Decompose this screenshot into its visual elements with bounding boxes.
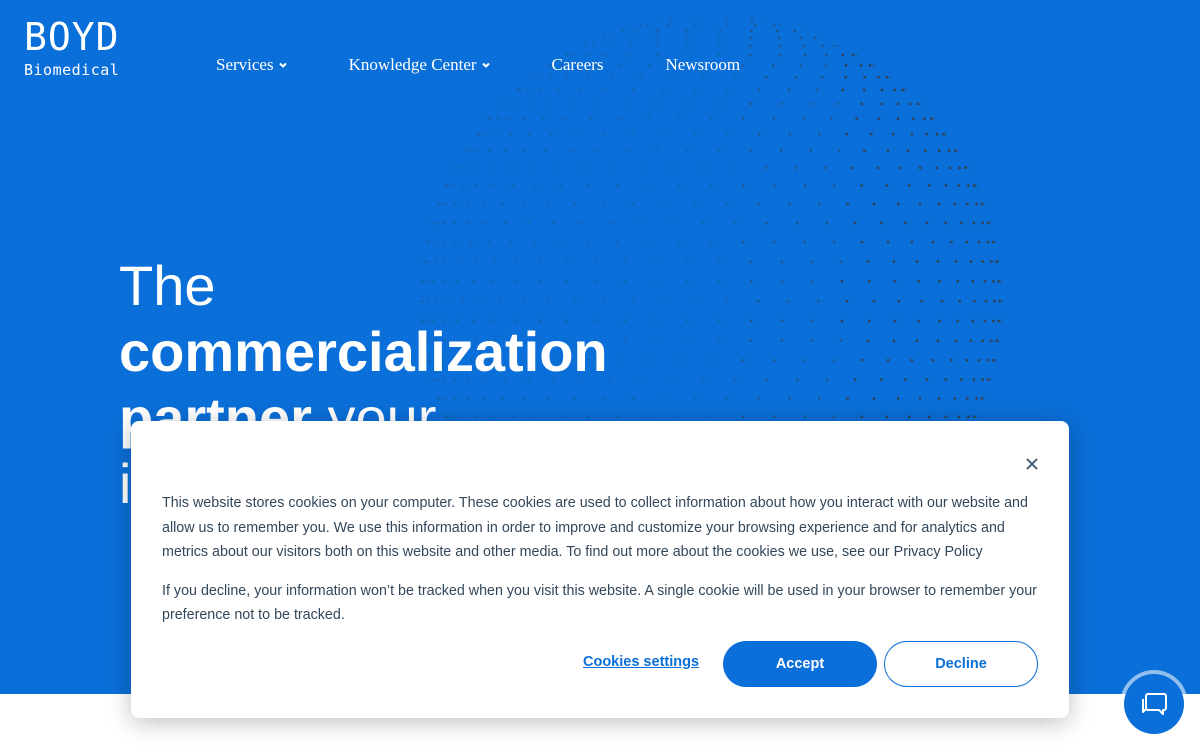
nav-item-label: Services (216, 55, 274, 74)
chevron-down-icon (278, 62, 287, 68)
nav-item-knowledge-center[interactable]: Knowledge Center (349, 54, 491, 76)
cookie-consent-dialog: This website stores cookies on your comp… (131, 421, 1069, 718)
brand-logo[interactable]: BOYD Biomedical (24, 18, 120, 80)
nav-item-newsroom[interactable]: Newsroom (665, 54, 740, 76)
chat-icon (1142, 693, 1167, 715)
headline-line-1: The (119, 254, 216, 317)
nav-item-label: Newsroom (665, 55, 741, 74)
brand-tagline: Biomedical (24, 61, 120, 79)
main-nav: Services Knowledge Center Careers Newsro… (216, 54, 740, 76)
headline-line-4: i (119, 452, 132, 515)
accept-button[interactable]: Accept (723, 641, 877, 687)
close-icon[interactable] (1025, 457, 1039, 471)
nav-item-services[interactable]: Services (216, 54, 288, 76)
nav-item-label: Knowledge Center (348, 55, 477, 74)
cookies-settings-link[interactable]: Cookies settings (583, 654, 699, 670)
cookie-message: This website stores cookies on your comp… (162, 491, 1042, 628)
cookie-paragraph-1: This website stores cookies on your comp… (162, 495, 1028, 560)
chat-launcher-button[interactable] (1124, 674, 1184, 734)
cookie-paragraph-2: If you decline, your information won’t b… (162, 582, 1037, 624)
chevron-down-icon (481, 62, 490, 68)
nav-item-careers[interactable]: Careers (552, 54, 604, 76)
brand-name: BOYD (24, 15, 120, 59)
nav-item-label: Careers (551, 55, 604, 74)
headline-line-2: commercialization (119, 320, 608, 383)
decline-button[interactable]: Decline (884, 641, 1038, 687)
